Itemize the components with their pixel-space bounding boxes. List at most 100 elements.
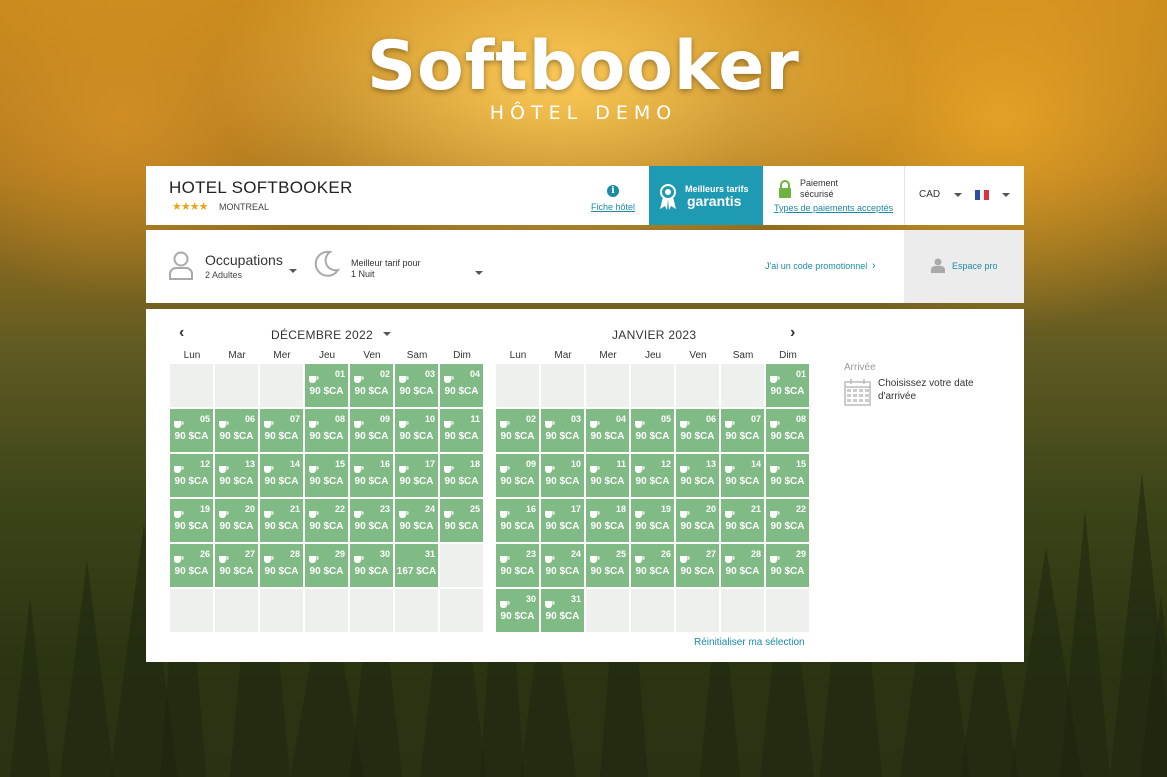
calendar-day[interactable]: 26 90 $CA bbox=[631, 544, 674, 587]
calendar-day[interactable]: 12 90 $CA bbox=[170, 454, 213, 497]
calendar-day[interactable]: 15 90 $CA bbox=[766, 454, 809, 497]
calendar-day[interactable]: 01 90 $CA bbox=[766, 364, 809, 407]
chevron-down-icon[interactable] bbox=[954, 193, 962, 197]
calendar-day[interactable]: 10 90 $CA bbox=[395, 409, 438, 452]
chevron-down-icon[interactable] bbox=[289, 269, 297, 273]
calendar-day[interactable]: 31 167 $CA bbox=[395, 544, 438, 587]
calendar-day[interactable]: 28 90 $CA bbox=[260, 544, 303, 587]
calendar-day[interactable]: 01 90 $CA bbox=[305, 364, 348, 407]
calendar-day[interactable]: 18 90 $CA bbox=[586, 499, 629, 542]
cup-icon bbox=[680, 550, 690, 563]
calendar-day[interactable]: 13 90 $CA bbox=[676, 454, 719, 497]
calendar-day[interactable]: 25 90 $CA bbox=[586, 544, 629, 587]
calendar-day[interactable]: 23 90 $CA bbox=[496, 544, 539, 587]
calendar-day[interactable]: 04 90 $CA bbox=[586, 409, 629, 452]
divider bbox=[904, 166, 905, 225]
calendar-day[interactable]: 14 90 $CA bbox=[721, 454, 764, 497]
day-price: 90 $CA bbox=[309, 566, 344, 577]
calendar-day[interactable]: 16 90 $CA bbox=[350, 454, 393, 497]
calendar-day[interactable]: 28 90 $CA bbox=[721, 544, 764, 587]
calendar-day[interactable]: 19 90 $CA bbox=[631, 499, 674, 542]
calendar-day[interactable]: 06 90 $CA bbox=[676, 409, 719, 452]
chevron-right-icon[interactable]: › bbox=[872, 260, 876, 272]
calendar-day[interactable]: 15 90 $CA bbox=[305, 454, 348, 497]
calendar-day[interactable]: 24 90 $CA bbox=[541, 544, 584, 587]
cup-icon bbox=[219, 505, 229, 518]
calendar-day[interactable]: 11 90 $CA bbox=[586, 454, 629, 497]
day-number: 25 bbox=[615, 549, 626, 559]
day-price: 90 $CA bbox=[770, 476, 805, 487]
chevron-left-icon[interactable]: ‹ bbox=[179, 324, 184, 342]
calendar-day[interactable]: 31 90 $CA bbox=[541, 589, 584, 632]
calendar-day[interactable]: 07 90 $CA bbox=[260, 409, 303, 452]
day-number: 02 bbox=[525, 414, 536, 424]
promo-code-link[interactable]: J'ai un code promotionnel bbox=[765, 261, 867, 271]
calendar-day[interactable]: 12 90 $CA bbox=[631, 454, 674, 497]
reset-selection-link[interactable]: Réinitialiser ma sélection bbox=[694, 637, 805, 648]
cup-icon bbox=[770, 370, 780, 383]
calendar-day[interactable]: 07 90 $CA bbox=[721, 409, 764, 452]
calendar-day[interactable]: 03 90 $CA bbox=[395, 364, 438, 407]
calendar-day[interactable]: 09 90 $CA bbox=[350, 409, 393, 452]
payment-types-link[interactable]: Types de paiements acceptés bbox=[774, 203, 893, 213]
calendar-day[interactable]: 14 90 $CA bbox=[260, 454, 303, 497]
calendar-day[interactable]: 20 90 $CA bbox=[215, 499, 258, 542]
cup-icon bbox=[309, 460, 319, 473]
occupations-value[interactable]: 2 Adultes bbox=[205, 270, 242, 280]
calendar-day[interactable]: 29 90 $CA bbox=[305, 544, 348, 587]
calendar-day[interactable]: 10 90 $CA bbox=[541, 454, 584, 497]
calendar-day[interactable]: 13 90 $CA bbox=[215, 454, 258, 497]
calendar-day[interactable]: 22 90 $CA bbox=[305, 499, 348, 542]
flag-icon[interactable] bbox=[975, 190, 990, 200]
calendar-day[interactable]: 30 90 $CA bbox=[350, 544, 393, 587]
day-price: 90 $CA bbox=[444, 476, 479, 487]
calendar-day[interactable]: 21 90 $CA bbox=[260, 499, 303, 542]
calendar-day[interactable]: 19 90 $CA bbox=[170, 499, 213, 542]
day-number: 06 bbox=[244, 414, 255, 424]
month-title[interactable]: DÉCEMBRE 2022 bbox=[271, 328, 373, 342]
calendar-day[interactable]: 08 90 $CA bbox=[766, 409, 809, 452]
weekday-label: Mer bbox=[273, 350, 291, 361]
chevron-right-icon[interactable]: › bbox=[790, 324, 795, 342]
chevron-down-icon[interactable] bbox=[1002, 193, 1010, 197]
best-rate-label[interactable]: Meilleur tarif pour bbox=[351, 258, 421, 268]
calendar-day[interactable]: 17 90 $CA bbox=[541, 499, 584, 542]
calendar-day[interactable]: 29 90 $CA bbox=[766, 544, 809, 587]
tree-silhouette bbox=[1110, 473, 1167, 777]
calendar-day[interactable]: 22 90 $CA bbox=[766, 499, 809, 542]
calendar-day[interactable]: 17 90 $CA bbox=[395, 454, 438, 497]
calendar-day[interactable]: 24 90 $CA bbox=[395, 499, 438, 542]
calendar-day[interactable]: 30 90 $CA bbox=[496, 589, 539, 632]
calendar-day[interactable]: 06 90 $CA bbox=[215, 409, 258, 452]
month-title: JANVIER 2023 bbox=[612, 328, 697, 342]
calendar-day[interactable]: 08 90 $CA bbox=[305, 409, 348, 452]
chevron-down-icon[interactable] bbox=[475, 271, 483, 275]
day-price: 90 $CA bbox=[399, 521, 434, 532]
calendar-day[interactable]: 21 90 $CA bbox=[721, 499, 764, 542]
espace-pro-button[interactable]: Espace pro bbox=[904, 230, 1024, 303]
calendar-day[interactable]: 03 90 $CA bbox=[541, 409, 584, 452]
fiche-hotel-link[interactable]: Fiche hôtel bbox=[584, 202, 642, 212]
calendar-day[interactable]: 04 90 $CA bbox=[440, 364, 483, 407]
calendar-day[interactable]: 27 90 $CA bbox=[215, 544, 258, 587]
calendar-day[interactable]: 25 90 $CA bbox=[440, 499, 483, 542]
calendar-day[interactable]: 20 90 $CA bbox=[676, 499, 719, 542]
calendar-day[interactable]: 05 90 $CA bbox=[170, 409, 213, 452]
calendar-day[interactable]: 26 90 $CA bbox=[170, 544, 213, 587]
nights-value[interactable]: 1 Nuit bbox=[351, 269, 375, 279]
calendar-day[interactable]: 18 90 $CA bbox=[440, 454, 483, 497]
day-price: 90 $CA bbox=[174, 431, 209, 442]
calendar-day[interactable]: 02 90 $CA bbox=[350, 364, 393, 407]
calendar-day[interactable]: 05 90 $CA bbox=[631, 409, 674, 452]
calendar-day[interactable]: 02 90 $CA bbox=[496, 409, 539, 452]
calendar-day[interactable]: 23 90 $CA bbox=[350, 499, 393, 542]
chevron-down-icon[interactable] bbox=[383, 332, 391, 336]
calendar-day[interactable]: 11 90 $CA bbox=[440, 409, 483, 452]
currency-select[interactable]: CAD bbox=[919, 189, 940, 200]
calendar-day[interactable]: 27 90 $CA bbox=[676, 544, 719, 587]
calendar-day[interactable]: 16 90 $CA bbox=[496, 499, 539, 542]
calendar-day[interactable]: 09 90 $CA bbox=[496, 454, 539, 497]
fiche-hotel[interactable]: i Fiche hôtel bbox=[584, 180, 642, 212]
occupations-label[interactable]: Occupations bbox=[205, 252, 283, 268]
day-price: 90 $CA bbox=[680, 476, 715, 487]
